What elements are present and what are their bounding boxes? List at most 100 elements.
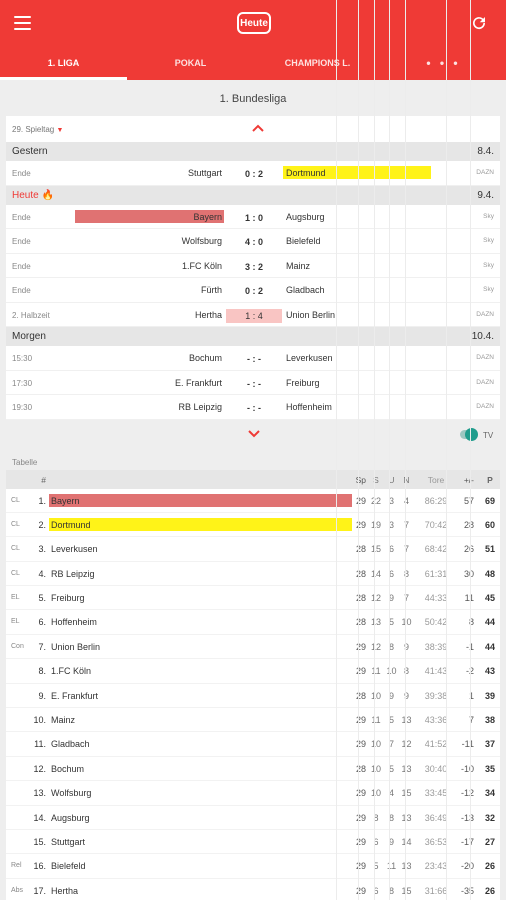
table-goals: 70:42 xyxy=(424,519,448,530)
table-goal-diff: -12 xyxy=(460,788,474,799)
away-team: Hoffenheim xyxy=(286,402,332,412)
table-goal-diff: -10 xyxy=(460,763,474,774)
table-goals: 41:43 xyxy=(424,666,448,677)
table-row[interactable]: EL 5. Freiburg 28 12 97 44:33 11 45 xyxy=(6,586,500,611)
match-row[interactable]: Ende 1.FC Köln 3 : 2 Mainz Sky xyxy=(6,254,500,278)
table-played: 28 xyxy=(355,617,366,628)
table-section-label: Tabelle xyxy=(12,457,38,467)
table-played: 29 xyxy=(355,715,366,726)
table-row[interactable]: CL 3. Leverkusen 28 15 6 7 68:42 26 51 xyxy=(6,537,500,562)
table-losses: 15 xyxy=(401,788,412,799)
table-played: 29 xyxy=(355,836,366,847)
table-wins: 6 xyxy=(373,885,379,896)
table-played: 29 xyxy=(355,812,366,823)
match-row[interactable]: 19:30 RB Leipzig - : - Hoffenheim DAZN xyxy=(6,395,500,420)
away-team: Mainz xyxy=(286,260,311,271)
table-wins: 12 xyxy=(370,641,381,652)
table-row[interactable]: 10. Mainz 29 11 5 13 43:36 7 38 xyxy=(6,708,500,733)
header-tore: Tore xyxy=(427,474,445,485)
match-row[interactable]: Ende Bayern 1 : 0 Augsburg Sky xyxy=(6,205,500,229)
table-row[interactable]: Rel 16. Bielefeld 29 5 11 13 23:43 -20 26 xyxy=(6,854,500,879)
table-team: Freiburg xyxy=(51,593,85,604)
table-draws: 5 xyxy=(388,715,394,726)
match-status: 19:30 xyxy=(12,403,33,412)
table-losses: 4 xyxy=(403,495,409,506)
tab-pokal[interactable]: POKAL xyxy=(127,48,254,80)
day-name: Gestern xyxy=(12,146,48,157)
table-points: 60 xyxy=(484,519,495,530)
table-draws: 9 xyxy=(388,836,394,847)
table-team: Bochum xyxy=(51,763,85,774)
table-losses: 14 xyxy=(401,836,412,847)
match-score: 0 : 2 xyxy=(244,169,263,179)
table-goals: 30:40 xyxy=(424,763,448,774)
table-row[interactable]: CL 2. Dortmund 29 19 3 7 70:42 28 60 xyxy=(6,513,500,538)
table-row[interactable]: 9. E. Frankfurt 28 10 9 9 39:38 1 39 xyxy=(6,684,500,709)
refresh-icon[interactable] xyxy=(470,14,488,32)
match-row[interactable]: 17:30 E. Frankfurt - : - Freiburg DAZN xyxy=(6,371,500,395)
header-pos: # xyxy=(41,474,46,485)
table-draws: 3 xyxy=(388,519,394,530)
table-position: 12. xyxy=(33,763,46,774)
table-goals: 44:33 xyxy=(424,593,448,604)
day-header: Morgen 10.4. xyxy=(6,327,500,346)
table-row[interactable]: 8. 1.FC Köln 29 11 10 8 41:43 -2 43 xyxy=(6,659,500,684)
menu-icon[interactable] xyxy=(14,16,31,30)
chevron-down-icon[interactable] xyxy=(248,428,260,440)
day-name: Heute 🔥 xyxy=(12,189,54,201)
today-button[interactable]: Heute xyxy=(237,12,271,34)
table-position: 9. xyxy=(38,690,46,701)
chevron-up-icon[interactable] xyxy=(252,122,264,134)
table-row[interactable]: Abs 17. Hertha 29 6 8 15 31:66 -35 26 xyxy=(6,879,500,900)
away-team: Freiburg xyxy=(286,377,320,388)
column-divider xyxy=(405,0,406,900)
table-row[interactable]: 15. Stuttgart 29 6 9 14 36:53 -17 27 xyxy=(6,830,500,855)
tab-champions-league[interactable]: CHAMPIONS L. xyxy=(254,48,381,80)
fixtures-card: 29. Spieltag ▼ Gestern 8.4. Ende Stuttgart 0… xyxy=(6,116,500,420)
table-goal-diff: 30 xyxy=(463,568,474,579)
match-row[interactable]: 15:30 Bochum - : - Leverkusen DAZN xyxy=(6,346,500,371)
table-played: 29 xyxy=(355,519,366,530)
table-row[interactable]: 13. Wolfsburg 29 10 4 15 33:45 -12 34 xyxy=(6,781,500,806)
match-row[interactable]: 2. Halbzeit Hertha 1 : 4 Union Berlin DAZN xyxy=(6,303,500,327)
day-date: 8.4. xyxy=(477,146,494,157)
table-position: 11. xyxy=(34,739,46,750)
table-wins: 12 xyxy=(370,593,381,604)
table-row[interactable]: 12. Bochum 28 10 5 13 30:40 -10 35 xyxy=(6,757,500,782)
match-row[interactable]: Ende Stuttgart 0 : 2 Dortmund DAZN xyxy=(6,161,500,186)
match-row[interactable]: Ende Wolfsburg 4 : 0 Bielefeld Sky xyxy=(6,229,500,254)
table-played: 28 xyxy=(355,593,366,604)
league-title: 1. Bundesliga xyxy=(219,93,287,105)
table-row[interactable]: EL 6. Hoffenheim 28 13 5 10 50:42 8 44 xyxy=(6,610,500,635)
team-highlight xyxy=(49,493,352,507)
match-row[interactable]: Ende Fürth 0 : 2 Gladbach Sky xyxy=(6,278,500,303)
table-points: 27 xyxy=(484,836,495,847)
tab-bundesliga[interactable]: 1. LIGA xyxy=(0,48,127,80)
table-position: 14. xyxy=(33,812,46,823)
tv-channel: DAZN xyxy=(476,354,494,361)
table-goal-diff: -2 xyxy=(456,666,474,676)
table-position: 17. xyxy=(33,885,46,896)
table-goal-diff: 11 xyxy=(456,593,474,603)
table-wins: 13 xyxy=(370,617,381,628)
table-draws: 9 xyxy=(388,690,394,701)
table-row[interactable]: 14. Augsburg 29 8 8 13 36:49 -13 32 xyxy=(6,806,500,830)
matchday-selector[interactable]: 29. Spieltag ▼ xyxy=(12,125,63,134)
table-row[interactable]: Con 7. Union Berlin 29 12 89 38:39 -1 44 xyxy=(6,635,500,660)
tab-more[interactable]: • • • xyxy=(381,48,506,80)
table-row[interactable]: 11. Gladbach 29 10 7 12 41:52 -11 37 xyxy=(6,732,500,757)
table-row[interactable]: CL 1. Bayern 29 22 3 4 86:29 57 69 xyxy=(6,489,500,513)
tv-toggle[interactable] xyxy=(460,427,478,441)
table-wins: 19 xyxy=(370,519,381,530)
table-goal-diff: -17 xyxy=(460,836,474,847)
table-points: 26 xyxy=(484,885,495,896)
qualification-tag: CL xyxy=(11,496,20,504)
fixtures-footer: TV xyxy=(0,420,506,452)
table-wins: 11 xyxy=(371,666,381,677)
table-row[interactable]: CL 4. RB Leipzig 28 14 6 8 61:31 30 48 xyxy=(6,562,500,587)
table-position: 7. xyxy=(38,641,46,652)
table-team: E. Frankfurt xyxy=(51,690,99,701)
table-points: 32 xyxy=(484,812,495,823)
table-goal-diff: 7 xyxy=(468,715,474,726)
table-draws: 10 xyxy=(386,666,397,677)
